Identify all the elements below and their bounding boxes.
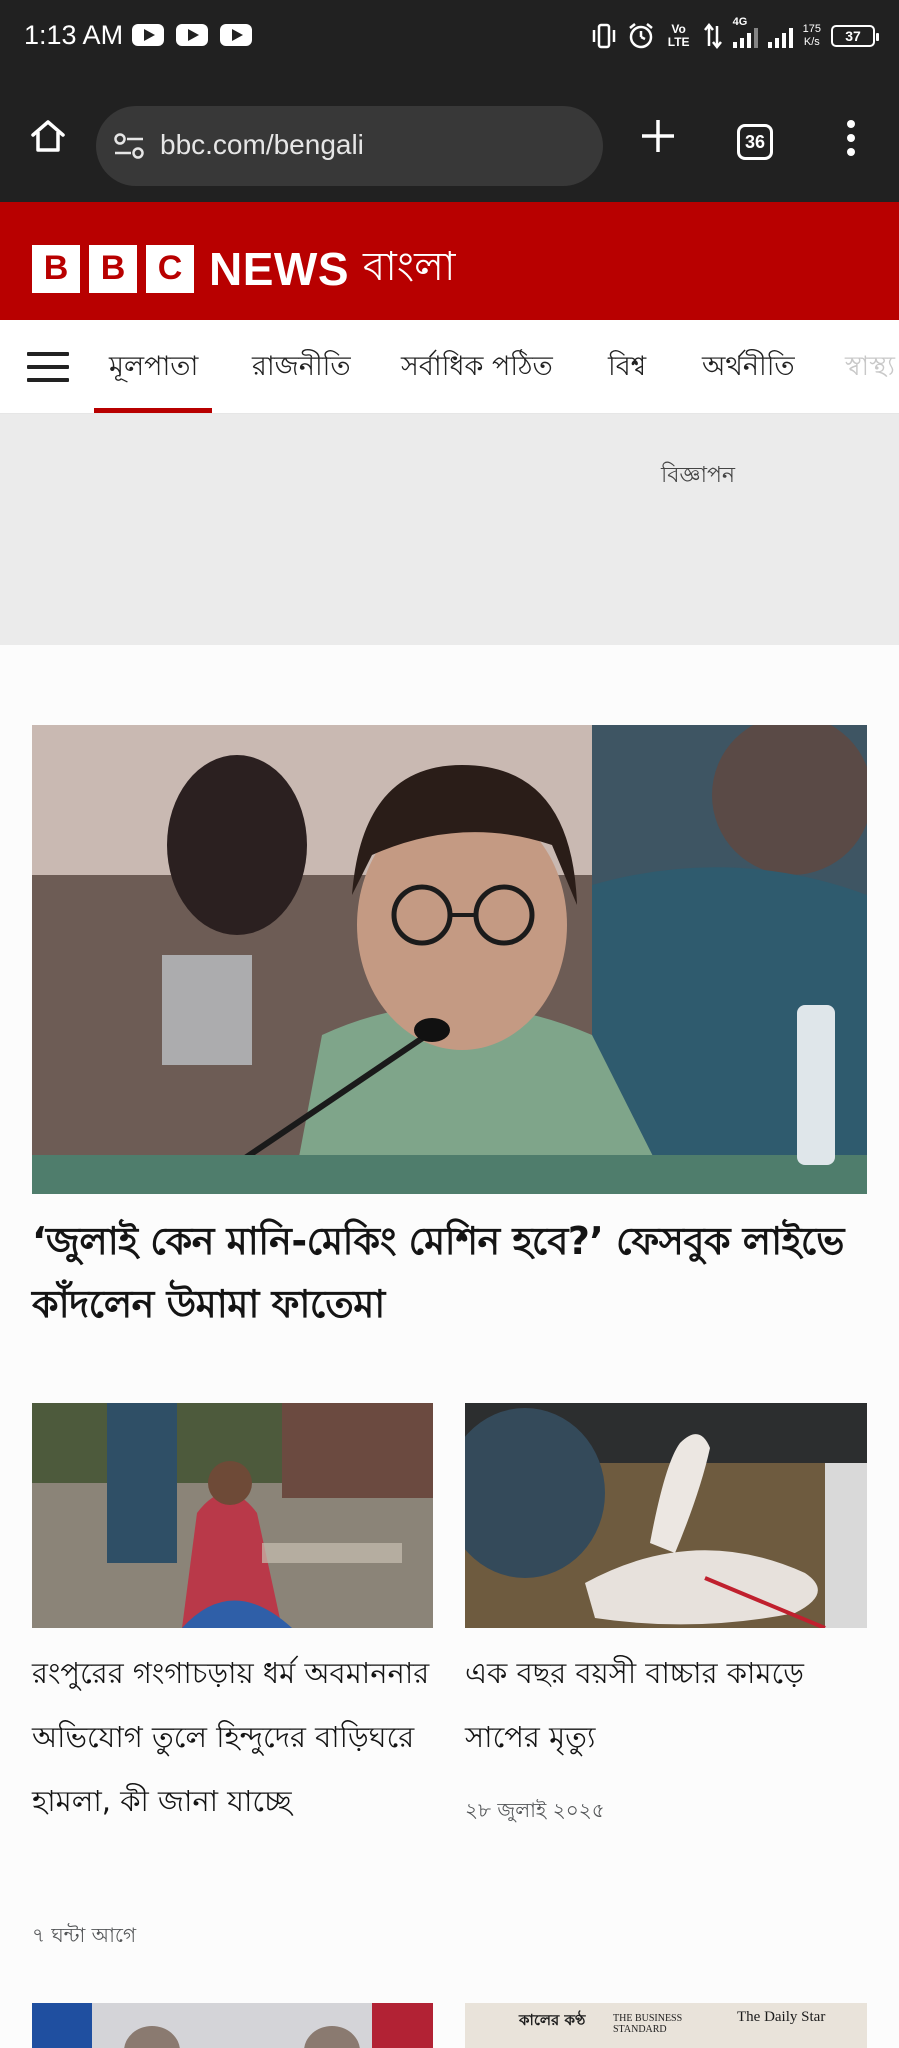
site-settings-icon[interactable] (112, 130, 146, 162)
youtube-notification-icon (176, 24, 208, 46)
network-speed: 175 K/s (803, 23, 821, 49)
bbc-news-bangla-logo[interactable]: B B C NEWS বাংলা (32, 235, 455, 302)
vibrate-icon (592, 23, 615, 49)
ad-slot: বিজ্ঞাপন (0, 414, 899, 645)
tab-count: 36 (744, 131, 766, 152)
section-nav: মূলপাতা রাজনীতি সর্বাধিক পঠিত বিশ্ব অর্থ… (0, 320, 899, 414)
address-bar[interactable]: bbc.com/bengali (96, 106, 603, 186)
logo-language-text: বাংলা (363, 244, 456, 290)
top-story-image[interactable] (32, 725, 867, 1194)
speed-value: 175 (802, 23, 821, 35)
status-icons: Vo LTE 4G 175 K/s 37 (591, 16, 879, 54)
nav-item-home[interactable]: মূলপাতা (109, 346, 198, 391)
newspaper-title-kaler-kantho: কালের কণ্ঠ (519, 2011, 586, 2029)
site-header: B B C NEWS বাংলা (0, 202, 899, 320)
youtube-notification-icon (132, 24, 164, 46)
volte-label: Vo LTE (667, 22, 690, 49)
alarm-icon (628, 23, 653, 49)
logo-block-b2: B (89, 244, 137, 293)
logo-block-b1: B (32, 244, 80, 293)
signal-strength-icon-2 (767, 24, 793, 48)
speed-unit: K/s (803, 36, 820, 48)
url-text[interactable]: bbc.com/bengali (160, 129, 364, 161)
status-time: 1:13 AM (24, 20, 124, 50)
ad-label: বিজ্ঞাপন (661, 463, 736, 488)
data-arrows-icon (703, 23, 722, 49)
battery-icon: 37 (831, 25, 879, 47)
story-image-3[interactable] (32, 2003, 433, 2048)
logo-block-c: C (146, 244, 194, 293)
hamburger-menu-icon[interactable] (27, 352, 69, 382)
home-icon (31, 120, 65, 152)
story-image-4[interactable]: কালের কণ্ঠ THE BUSINESS STANDARD The Dai… (465, 2003, 867, 2048)
home-button[interactable] (22, 110, 74, 162)
story-timestamp-1: ৭ ঘন্টা আগে (32, 1923, 137, 1947)
nav-item-health[interactable]: স্বাস্থ্য (845, 346, 895, 391)
tab-switcher-button[interactable]: 36 (737, 124, 773, 160)
newspaper-title-business-standard: THE BUSINESS STANDARD (613, 2013, 683, 2035)
plus-icon (642, 120, 674, 152)
battery-level: 37 (845, 28, 861, 44)
nav-item-economy[interactable]: অর্থনীতি (702, 346, 795, 391)
newspaper-title-daily-star: The Daily Star (737, 2009, 826, 2025)
nav-item-politics[interactable]: রাজনীতি (252, 346, 351, 391)
nav-item-world[interactable]: বিশ্ব (608, 346, 646, 391)
new-tab-button[interactable] (632, 110, 684, 162)
nav-item-most-read[interactable]: সর্বাধিক পঠিত (401, 346, 553, 391)
top-story-headline[interactable]: ‘জুলাই কেন মানি-মেকিং মেশিন হবে?’ ফেসবুক… (32, 1210, 872, 1336)
youtube-notification-icon (220, 24, 252, 46)
story-image-1[interactable] (32, 1403, 433, 1628)
story-title-1[interactable]: রংপুরের গংগাচড়ায় ধর্ম অবমাননার অভিযোগ … (32, 1641, 433, 1833)
story-timestamp-2: ২৮ জুলাই ২০২৫ (465, 1798, 605, 1822)
story-title-2[interactable]: এক বছর বয়সী বাচ্চার কামড়ে সাপের মৃত্যু (465, 1641, 867, 1769)
browser-menu-button[interactable] (836, 116, 866, 160)
network-type: 4G (732, 16, 748, 28)
story-image-2[interactable] (465, 1403, 867, 1628)
signal-strength-icon: 4G (732, 16, 758, 48)
logo-news-text: NEWS (209, 242, 349, 295)
status-bar: 1:13 AM Vo LTE 4G 175 K/s 37 (0, 0, 899, 72)
browser-toolbar: bbc.com/bengali 36 (0, 72, 899, 202)
